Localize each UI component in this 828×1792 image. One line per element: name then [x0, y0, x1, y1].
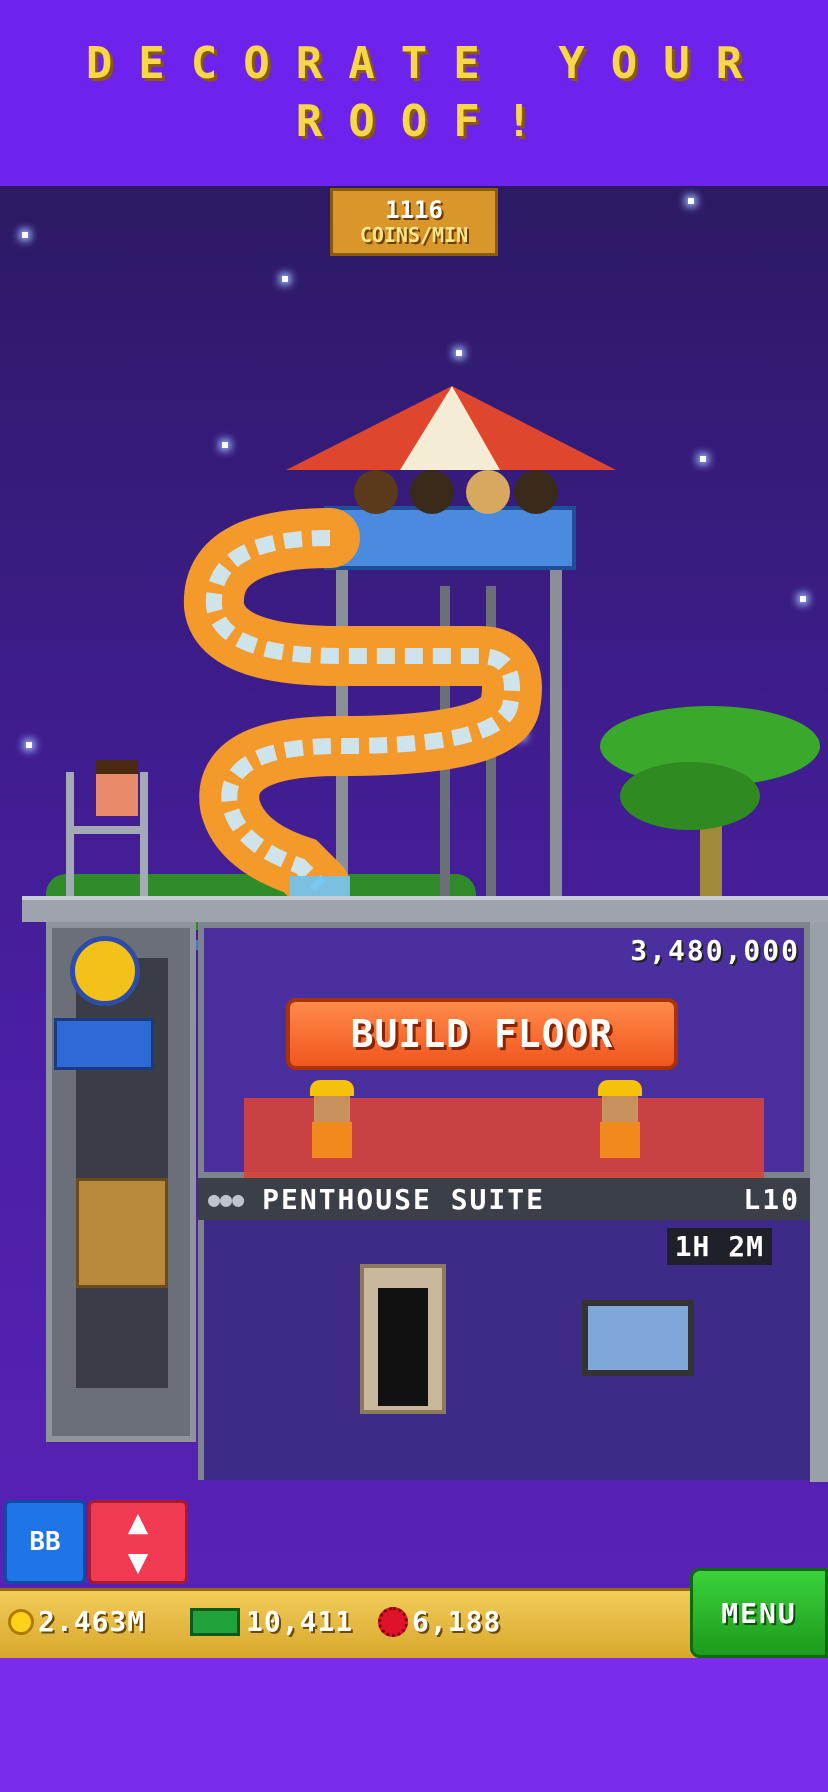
floor-timer: 1H 2M — [666, 1228, 772, 1265]
bux-counter[interactable]: 10,411 — [190, 1605, 353, 1638]
coin-icon — [8, 1608, 34, 1635]
banner-title-line-1: DECORATE YOUR — [85, 38, 769, 89]
build-floor-cost: 3,480,000 — [630, 934, 800, 967]
build-floor-slot[interactable]: 3,480,000 BUILD FLOOR — [198, 922, 810, 1178]
floor-name-bar[interactable]: ●●● PENTHOUSE SUITE L10 — [198, 1178, 810, 1220]
banner-title-line-2: ROOF! — [295, 96, 559, 147]
roof-ledge — [22, 896, 828, 922]
construction-worker — [310, 1080, 354, 1160]
gems-counter[interactable]: 6,188 — [378, 1605, 501, 1638]
promo-banner: DECORATE YOUR ROOF! — [0, 0, 828, 186]
bux-icon — [190, 1607, 240, 1636]
coins-counter[interactable]: 2.463M — [8, 1605, 145, 1638]
gems-value: 6,188 — [412, 1605, 502, 1638]
menu-button[interactable]: MENU — [690, 1568, 828, 1658]
floor-name: PENTHOUSE SUITE — [262, 1182, 545, 1216]
elevator-button[interactable]: ▲ ▼ — [88, 1500, 188, 1584]
up-down-arrows-icon: ▲ ▼ — [127, 1502, 149, 1582]
construction-worker — [598, 1080, 642, 1160]
floor-door — [360, 1264, 446, 1414]
build-floor-button[interactable]: BUILD FLOOR — [286, 998, 678, 1070]
elevator-car[interactable] — [76, 1178, 168, 1288]
tower-building: 3,480,000 BUILD FLOOR ●●● PENTHOUSE SUIT… — [22, 896, 828, 1596]
building-right-wall — [810, 922, 828, 1482]
gem-icon — [378, 1606, 408, 1637]
floor-tv — [582, 1300, 694, 1376]
bitbook-button[interactable]: BB — [4, 1500, 86, 1584]
residents-icon: ●●● — [208, 1187, 245, 1211]
coins-value: 2.463M — [38, 1605, 146, 1638]
elevator-motor-icon — [54, 1018, 154, 1070]
floor-level: L10 — [743, 1182, 800, 1216]
elevator-wheel-icon — [70, 936, 140, 1006]
bux-value: 10,411 — [246, 1605, 354, 1638]
